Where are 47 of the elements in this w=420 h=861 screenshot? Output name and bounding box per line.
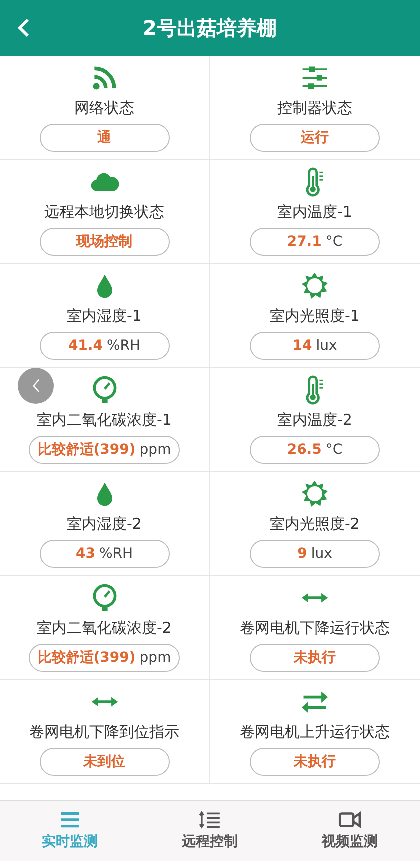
status-value: 27.1 — [287, 234, 322, 250]
unit-label: lux — [316, 338, 338, 354]
unit-label: °C — [326, 442, 343, 458]
status-value: 比较舒适(399) — [38, 441, 136, 459]
unit-label: %RH — [106, 338, 141, 354]
status-value: 未执行 — [294, 753, 336, 771]
sensor-label: 室内二氧化碳浓度-2 — [37, 619, 172, 638]
chevron-left-icon — [32, 379, 40, 393]
sensor-label: 室内湿度-2 — [67, 515, 142, 534]
sun-icon — [300, 479, 330, 509]
sun-icon — [300, 271, 330, 301]
page-title: 2号出菇培养棚 — [143, 14, 277, 42]
status-value: 9 — [298, 546, 308, 562]
status-value: 14 — [292, 338, 312, 354]
nav-tab[interactable]: 远程控制 — [140, 801, 280, 861]
unit-label: °C — [326, 234, 343, 250]
status-value: 41.4 — [68, 338, 103, 354]
status-value: 未到位 — [84, 753, 126, 771]
sensor-label: 室内光照度-2 — [270, 515, 360, 534]
status-value: 43 — [76, 546, 96, 562]
back-icon[interactable] — [18, 18, 30, 38]
sensor-label: 卷网电机下降到位指示 — [30, 723, 180, 742]
sensor-label: 室内二氧化碳浓度-1 — [37, 411, 172, 430]
unit-label: %RH — [99, 546, 134, 562]
video-camera-icon — [337, 811, 363, 829]
unit-label: ppm — [140, 442, 172, 458]
status-value: 运行 — [301, 129, 329, 147]
sort-list-icon — [198, 811, 222, 829]
nav-tab[interactable]: 视频监测 — [280, 801, 420, 861]
sensor-label: 卷网电机下降运行状态 — [240, 619, 390, 638]
sensor-label: 卷网电机上升运行状态 — [240, 723, 390, 742]
status-value: 比较舒适(399) — [38, 649, 136, 667]
sensor-label: 远程本地切换状态 — [44, 203, 164, 222]
scroll-back-button[interactable] — [18, 368, 54, 404]
status-value: 未执行 — [294, 649, 336, 667]
unit-label: lux — [311, 546, 332, 562]
status-value: 通 — [98, 129, 112, 147]
menu-icon — [59, 811, 81, 829]
sensor-label: 控制器状态 — [278, 99, 352, 118]
unit-label: ppm — [140, 650, 172, 666]
sensor-label: 室内温度-2 — [278, 411, 352, 430]
sensor-label: 网络状态 — [74, 99, 134, 118]
status-value: 26.5 — [287, 442, 322, 458]
sensor-label: 室内湿度-1 — [67, 307, 142, 326]
sensor-label: 室内温度-1 — [278, 203, 352, 222]
status-value: 现场控制 — [76, 233, 132, 251]
sensor-label: 室内光照度-1 — [270, 307, 360, 326]
